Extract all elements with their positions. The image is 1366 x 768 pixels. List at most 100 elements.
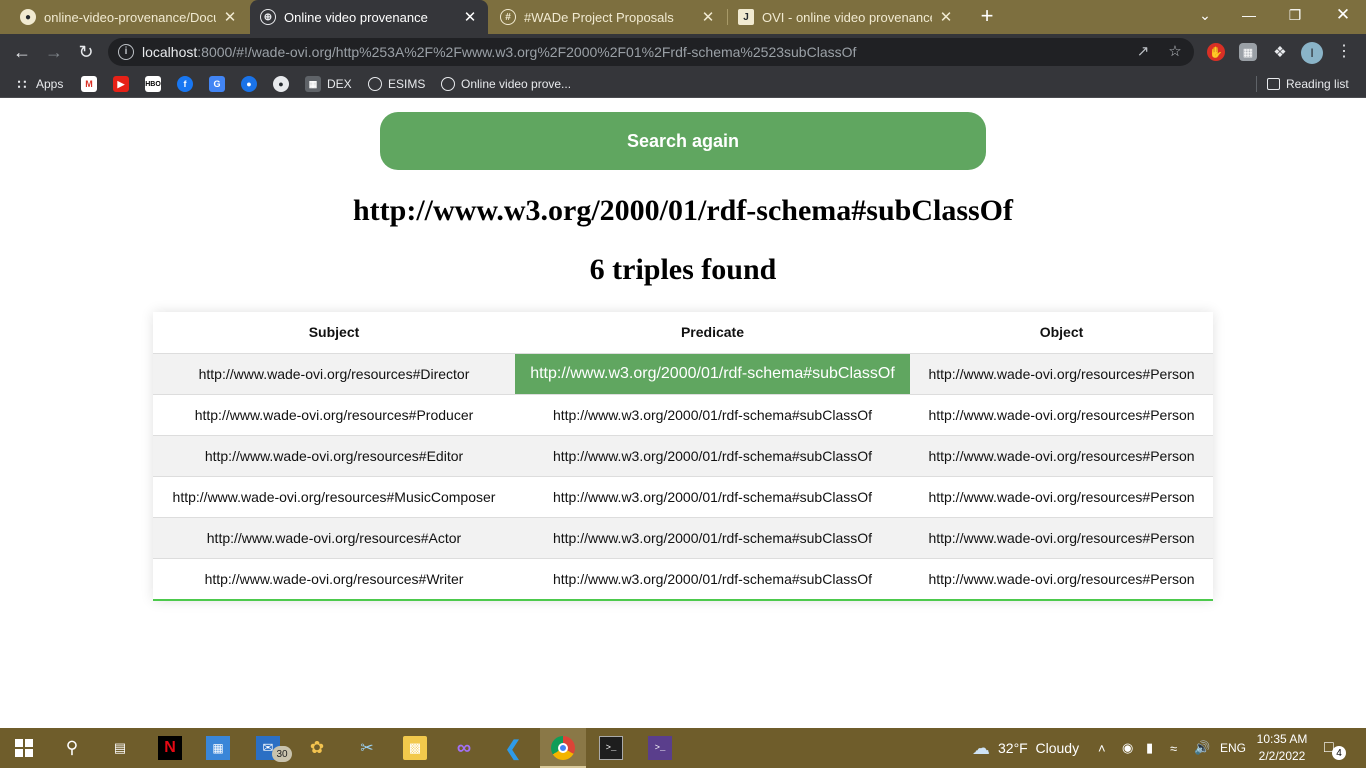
bookmark-github[interactable]: ●: [273, 75, 295, 93]
object-cell[interactable]: http://www.wade-ovi.org/resources#Person: [910, 393, 1213, 435]
meet-now-icon[interactable]: ◉: [1122, 728, 1133, 768]
windows-taskbar: ⚲ ▤ N ▦ ✉ 30 ✿ ✂ ▩ ∞ ❮ >_ >_ ☁ 32°F Clou…: [0, 728, 1366, 768]
triples-table: Subject Predicate Object http://www.wade…: [153, 312, 1213, 601]
reload-button[interactable]: ↻: [74, 40, 98, 64]
vscode-icon[interactable]: ❮: [501, 736, 525, 760]
globe-icon: [368, 77, 382, 91]
close-icon[interactable]: ✕: [938, 9, 954, 26]
site-info-icon[interactable]: i: [118, 44, 134, 60]
youtube-icon: ▶: [113, 76, 129, 92]
microsoft-store-icon[interactable]: ▦: [206, 736, 230, 760]
clock-date: 2/2/2022: [1258, 749, 1306, 763]
bookmark-star-icon[interactable]: ☆: [1164, 42, 1186, 62]
extension-icon[interactable]: ▦: [1239, 43, 1257, 61]
bookmark-blue-icon: ●: [241, 76, 257, 92]
table-row: http://www.wade-ovi.org/resources#Actor …: [153, 516, 1213, 558]
close-icon[interactable]: ✕: [700, 9, 716, 26]
tab-jira[interactable]: J OVI - online video provenance - ✕: [728, 0, 964, 34]
predicate-cell[interactable]: http://www.w3.org/2000/01/rdf-schema#sub…: [515, 557, 910, 599]
netflix-icon[interactable]: N: [158, 736, 182, 760]
bookmark-dex[interactable]: ▦ DEX: [305, 75, 352, 93]
bookmark-youtube[interactable]: ▶: [113, 75, 135, 93]
address-bar[interactable]: i localhost:8000/#!/wade-ovi.org/http%25…: [108, 38, 1194, 66]
snipping-tool-icon[interactable]: ✂: [355, 736, 379, 760]
restore-button[interactable]: ❐: [1272, 0, 1318, 30]
forward-button[interactable]: →: [42, 40, 66, 64]
predicate-cell[interactable]: http://www.w3.org/2000/01/rdf-schema#sub…: [515, 516, 910, 558]
bookmark-esims[interactable]: ESIMS: [368, 75, 425, 93]
notification-badge: 4: [1332, 746, 1346, 760]
subject-cell[interactable]: http://www.wade-ovi.org/resources#Editor: [153, 434, 515, 476]
subject-cell[interactable]: http://www.wade-ovi.org/resources#Direct…: [153, 352, 515, 394]
search-icon[interactable]: ⚲: [60, 736, 84, 760]
profile-avatar[interactable]: I: [1301, 42, 1323, 64]
bookmark-blue[interactable]: ●: [241, 75, 263, 93]
table-row: http://www.wade-ovi.org/resources#Direct…: [153, 352, 1213, 394]
url-text[interactable]: localhost:8000/#!/wade-ovi.org/http%253A…: [142, 44, 856, 60]
page-content: Search again http://www.w3.org/2000/01/r…: [0, 98, 1366, 728]
terminal-icon[interactable]: >_: [599, 736, 623, 760]
predicate-cell[interactable]: http://www.w3.org/2000/01/rdf-schema#sub…: [515, 475, 910, 517]
tab-slack[interactable]: # #WADe Project Proposals ✕: [490, 0, 726, 34]
url-host: localhost: [142, 44, 198, 60]
facebook-icon: f: [177, 76, 193, 92]
tab-github[interactable]: ● online-video-provenance/Docum ✕: [10, 0, 248, 34]
tab-online-video-provenance[interactable]: ⊕ Online video provenance ✕: [250, 0, 488, 34]
paint-icon[interactable]: ✿: [305, 736, 329, 760]
table-row: http://www.wade-ovi.org/resources#Writer…: [153, 557, 1213, 599]
bookmark-google-translate[interactable]: G: [209, 75, 231, 93]
jira-icon: J: [738, 9, 754, 25]
url-path: :8000/#!/wade-ovi.org/http%253A%2F%2Fwww…: [197, 44, 857, 60]
bookmark-apps[interactable]: ∷ Apps: [14, 75, 64, 93]
object-cell[interactable]: http://www.wade-ovi.org/resources#Person: [910, 352, 1213, 394]
clock-time: 10:35 AM: [1256, 732, 1308, 746]
close-icon[interactable]: ✕: [462, 9, 478, 26]
adblock-extension-icon[interactable]: ✋: [1207, 43, 1225, 61]
share-icon[interactable]: ↗: [1132, 42, 1154, 62]
powershell-icon[interactable]: >_: [648, 736, 672, 760]
object-cell[interactable]: http://www.wade-ovi.org/resources#Person: [910, 516, 1213, 558]
puzzle-extensions-icon[interactable]: ❖: [1271, 43, 1289, 61]
github-icon: ●: [20, 9, 36, 25]
notification-center-icon[interactable]: □: [1324, 728, 1334, 768]
predicate-cell[interactable]: http://www.w3.org/2000/01/rdf-schema#sub…: [515, 393, 910, 435]
close-icon[interactable]: ✕: [222, 9, 238, 26]
subject-cell[interactable]: http://www.wade-ovi.org/resources#Actor: [153, 516, 515, 558]
visual-studio-icon[interactable]: ∞: [452, 736, 476, 760]
reading-list[interactable]: Reading list: [1267, 75, 1349, 93]
bookmark-facebook[interactable]: f: [177, 75, 199, 93]
subject-cell[interactable]: http://www.wade-ovi.org/resources#Writer: [153, 557, 515, 599]
chrome-icon[interactable]: [551, 736, 575, 760]
resource-uri-heading: http://www.w3.org/2000/01/rdf-schema#sub…: [352, 194, 1013, 227]
subject-cell[interactable]: http://www.wade-ovi.org/resources#MusicC…: [153, 475, 515, 517]
volume-icon[interactable]: 🔊: [1194, 728, 1210, 768]
clock[interactable]: 10:35 AM 2/2/2022: [1256, 728, 1308, 768]
bookmark-hbo[interactable]: HBO: [145, 75, 167, 93]
file-explorer-icon[interactable]: ▩: [403, 736, 427, 760]
show-hidden-icons[interactable]: ˄: [1098, 728, 1106, 768]
weather-widget[interactable]: ☁ 32°F Cloudy: [972, 728, 1079, 768]
bookmark-online-video-provenance[interactable]: Online video prove...: [441, 75, 571, 93]
bookmark-label: Online video prove...: [461, 77, 572, 91]
wifi-icon[interactable]: ≈: [1170, 728, 1177, 768]
tab-search-icon[interactable]: ⌄: [1182, 0, 1228, 30]
minimize-button[interactable]: —: [1226, 0, 1272, 30]
dex-icon: ▦: [305, 76, 321, 92]
slack-icon: #: [500, 9, 516, 25]
battery-icon[interactable]: ▮: [1146, 728, 1153, 768]
subject-cell[interactable]: http://www.wade-ovi.org/resources#Produc…: [153, 393, 515, 435]
new-tab-button[interactable]: +: [976, 5, 998, 28]
object-cell[interactable]: http://www.wade-ovi.org/resources#Person: [910, 434, 1213, 476]
language-indicator[interactable]: ENG: [1220, 728, 1246, 768]
search-again-button[interactable]: Search again: [380, 112, 986, 170]
back-button[interactable]: ←: [10, 40, 34, 64]
close-window-button[interactable]: ✕: [1320, 0, 1366, 30]
object-cell[interactable]: http://www.wade-ovi.org/resources#Person: [910, 475, 1213, 517]
task-view-icon[interactable]: ▤: [108, 736, 132, 760]
bookmark-gmail[interactable]: M: [81, 75, 103, 93]
predicate-cell[interactable]: http://www.w3.org/2000/01/rdf-schema#sub…: [515, 434, 910, 476]
predicate-cell[interactable]: http://www.w3.org/2000/01/rdf-schema#sub…: [515, 352, 910, 394]
windows-start-icon[interactable]: [12, 736, 36, 760]
menu-icon[interactable]: ⋮: [1336, 41, 1352, 63]
object-cell[interactable]: http://www.wade-ovi.org/resources#Person: [910, 557, 1213, 599]
